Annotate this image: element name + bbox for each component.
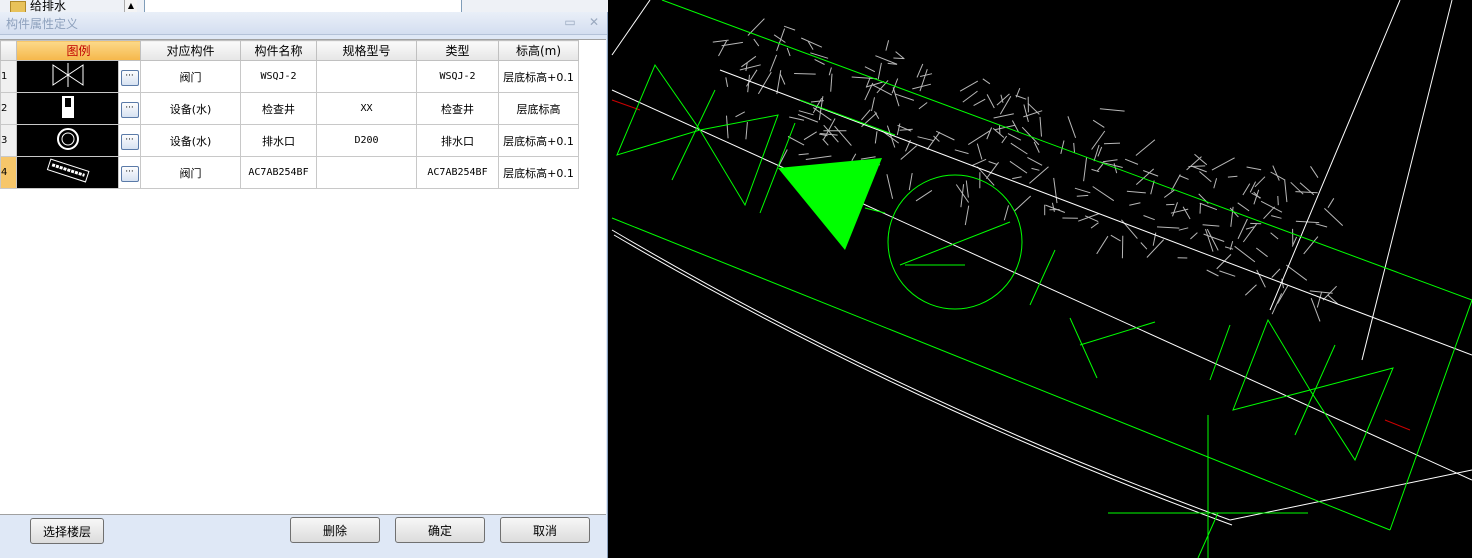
cell-name[interactable]: AC7AB254BF xyxy=(240,156,317,189)
hatch-stroke xyxy=(1188,165,1206,168)
hatch-stroke xyxy=(794,73,816,75)
cell-type[interactable]: 排水口 xyxy=(416,124,499,157)
dialog-titlebar[interactable]: 构件属性定义 ▭ ✕ xyxy=(0,12,607,35)
ellipsis-button[interactable]: ··· xyxy=(120,101,139,118)
ellipsis-button[interactable]: ··· xyxy=(120,165,139,182)
table-header-row: 图例 对应构件 构件名称 规格型号 类型 标高(m) xyxy=(0,40,579,61)
maximize-icon[interactable]: ▭ xyxy=(563,15,577,29)
column-header-name[interactable]: 构件名称 xyxy=(240,40,317,61)
delete-button[interactable]: 删除 xyxy=(290,517,380,543)
table-row[interactable]: 3 ··· 设备(水) 排水口 D200 排水口 层底标高+0.1 xyxy=(0,124,579,157)
scroll-up-arrow-icon[interactable]: ▲ xyxy=(124,0,137,12)
cancel-button[interactable]: 取消 xyxy=(500,517,590,543)
column-header-elevation[interactable]: 标高(m) xyxy=(498,40,579,61)
ellipsis-button[interactable]: ··· xyxy=(120,69,139,86)
component-table: 图例 对应构件 构件名称 规格型号 类型 标高(m) 1 ··· 阀门 WSQJ… xyxy=(0,40,579,189)
row-number: 1 xyxy=(0,60,17,93)
table-row[interactable]: 4 ··· 阀门 AC7AB254BF AC7AB254BF 层底标高+0.1 xyxy=(0,156,579,189)
background-list-pane xyxy=(144,0,462,12)
column-header-component[interactable]: 对应构件 xyxy=(140,40,241,61)
row-number: 4 xyxy=(0,156,17,189)
close-icon[interactable]: ✕ xyxy=(587,15,601,29)
cell-type[interactable]: WSQJ-2 xyxy=(416,60,499,93)
valve-icon xyxy=(16,60,119,93)
block-text-icon xyxy=(16,156,119,189)
ellipsis-button[interactable]: ··· xyxy=(120,133,139,150)
cell-spec[interactable] xyxy=(316,156,417,189)
row-number: 3 xyxy=(0,124,17,157)
hatch-stroke xyxy=(1199,203,1201,214)
component-property-dialog: 构件属性定义 ▭ ✕ 图例 对应构件 构件名称 规格型号 类型 标高(m) 1 … xyxy=(0,12,608,558)
hatch-stroke xyxy=(1103,142,1121,145)
cell-component[interactable]: 设备(水) xyxy=(140,124,241,157)
cell-type[interactable]: 检查井 xyxy=(416,92,499,125)
dialog-title: 构件属性定义 xyxy=(6,17,79,31)
cell-elevation[interactable]: 层底标高+0.1 xyxy=(498,124,579,157)
cell-elevation[interactable]: 层底标高+0.1 xyxy=(498,60,579,93)
hatch-stroke xyxy=(1277,195,1279,206)
column-header-legend[interactable]: 图例 xyxy=(16,40,141,61)
inspection-well-icon xyxy=(16,92,119,125)
table-row[interactable]: 2 ··· 设备(水) 检查井 XX 检查井 层底标高 xyxy=(0,92,579,125)
dialog-footer: 选择楼层 删除 确定 取消 xyxy=(0,515,606,558)
cell-name[interactable]: 排水口 xyxy=(240,124,317,157)
cell-name[interactable]: 检查井 xyxy=(240,92,317,125)
drain-outlet-icon xyxy=(16,124,119,157)
cell-spec[interactable]: XX xyxy=(316,92,417,125)
ok-button[interactable]: 确定 xyxy=(395,517,485,543)
row-number-header xyxy=(0,40,17,61)
cell-component[interactable]: 阀门 xyxy=(140,60,241,93)
hatch-stroke xyxy=(893,57,905,60)
column-header-type[interactable]: 类型 xyxy=(416,40,499,61)
column-header-spec[interactable]: 规格型号 xyxy=(316,40,417,61)
select-floor-button[interactable]: 选择楼层 xyxy=(30,518,104,544)
cell-name[interactable]: WSQJ-2 xyxy=(240,60,317,93)
table-row[interactable]: 1 ··· 阀门 WSQJ-2 WSQJ-2 层底标高+0.1 xyxy=(0,60,579,93)
row-number: 2 xyxy=(0,92,17,125)
component-grid: 图例 对应构件 构件名称 规格型号 类型 标高(m) 1 ··· 阀门 WSQJ… xyxy=(0,39,606,515)
cell-component[interactable]: 阀门 xyxy=(140,156,241,189)
cell-spec[interactable] xyxy=(316,60,417,93)
cell-elevation[interactable]: 层底标高+0.1 xyxy=(498,156,579,189)
cell-elevation[interactable]: 层底标高 xyxy=(498,92,579,125)
cell-component[interactable]: 设备(水) xyxy=(140,92,241,125)
cell-type[interactable]: AC7AB254BF xyxy=(416,156,499,189)
cell-spec[interactable]: D200 xyxy=(316,124,417,157)
folder-icon xyxy=(10,0,26,13)
